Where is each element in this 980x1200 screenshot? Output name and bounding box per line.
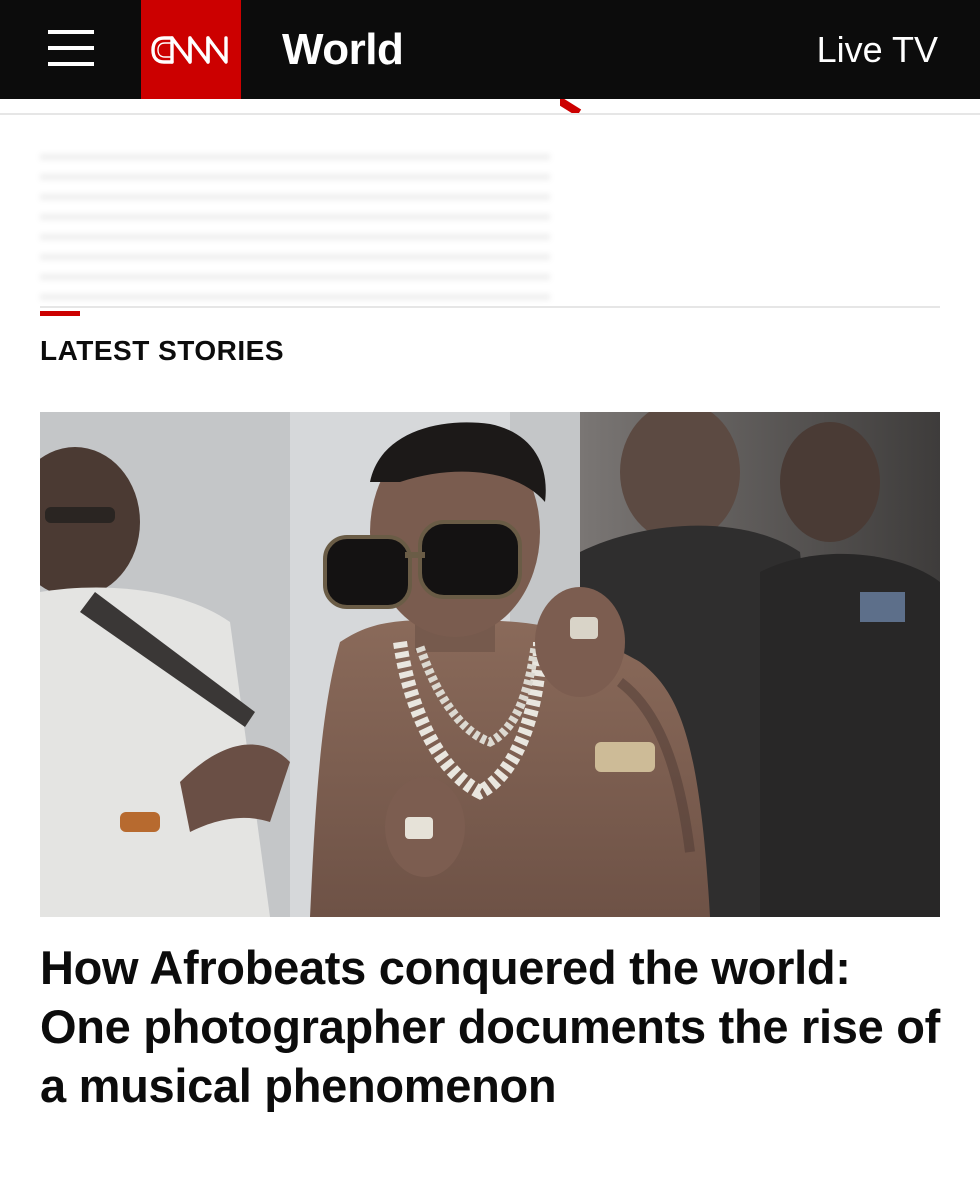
- cnn-logo[interactable]: [141, 0, 241, 99]
- section-accent-bar: [40, 311, 80, 316]
- story-headline[interactable]: How Afrobeats conquered the world: One p…: [40, 938, 940, 1115]
- hamburger-menu-icon[interactable]: [48, 28, 94, 68]
- cnn-logo-mark: [151, 35, 228, 64]
- story-hero-image[interactable]: [40, 412, 940, 917]
- menu-line: [48, 62, 94, 66]
- menu-line: [48, 46, 94, 50]
- top-nav-bar: World Live TV: [0, 0, 980, 99]
- hero-photo: [40, 412, 940, 917]
- red-accent-slash: [560, 99, 604, 113]
- section-divider: [40, 306, 940, 308]
- subnav-bar: [0, 99, 980, 115]
- menu-line: [48, 30, 94, 34]
- ad-placeholder: [40, 150, 550, 300]
- section-title[interactable]: World: [282, 24, 404, 76]
- latest-stories-heading: LATEST STORIES: [40, 335, 284, 366]
- live-tv-link[interactable]: Live TV: [817, 28, 938, 72]
